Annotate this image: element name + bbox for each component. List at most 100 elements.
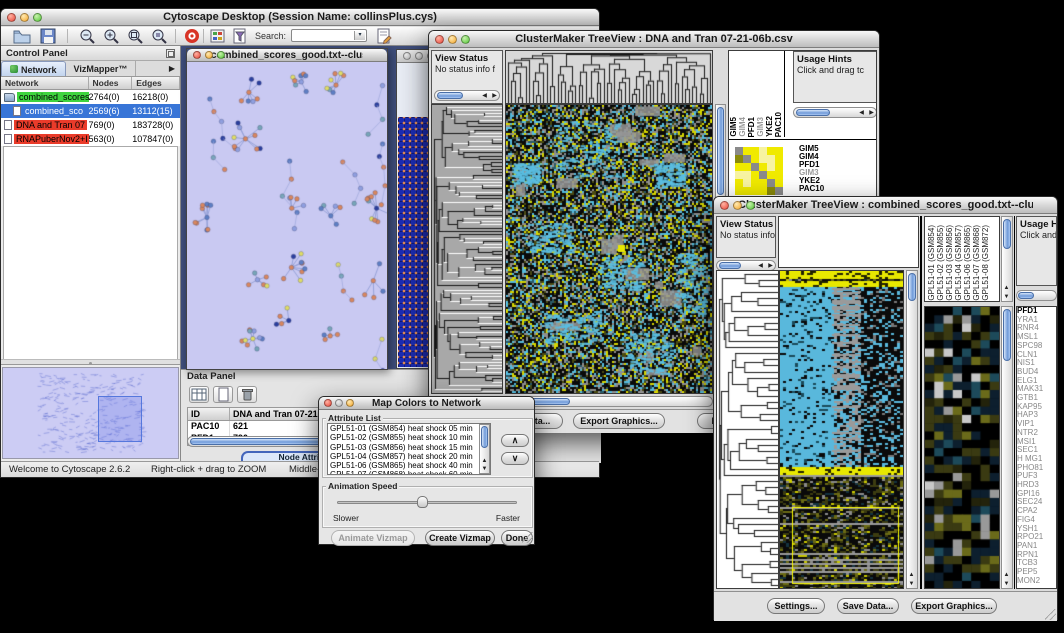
matrix-cell[interactable] [751,171,759,179]
scrollbar-thumb[interactable] [908,273,916,301]
minimize-button[interactable] [733,201,742,210]
matrix-cell[interactable] [767,147,775,155]
tab-vizmapper[interactable]: VizMapper™ [66,61,137,76]
tv2-zoom-vscrollbar[interactable]: ▲ ▼ [1001,306,1013,589]
column-nodes[interactable]: Nodes [89,77,133,89]
export-graphics-button[interactable]: Export Graphics... [573,413,665,429]
matrix-cell[interactable] [775,147,783,155]
scroll-down-icon[interactable]: ▼ [480,465,489,473]
minimize-button[interactable] [448,35,457,44]
window-controls[interactable] [7,13,42,22]
column-label[interactable]: GPL51-04 (GSM857) [954,225,963,301]
matrix-cell[interactable] [743,163,751,171]
settings-button[interactable]: Settings... [767,598,825,614]
zoom-selected-icon[interactable] [151,28,169,44]
tv1-status-hscrollbar[interactable]: ◀ ▶ [434,90,500,101]
new-attribute-icon[interactable] [213,386,233,403]
cytopanel-grid-icon[interactable] [209,28,227,44]
close-button[interactable] [403,52,411,60]
scrollbar-thumb[interactable] [1003,309,1011,361]
tv2-labels-vscrollbar[interactable]: ▲ ▼ [1001,216,1013,302]
slider-thumb[interactable] [417,496,428,508]
scroll-right-icon[interactable]: ▶ [490,92,499,100]
column-label[interactable]: YKE2 [765,116,774,137]
close-button[interactable] [7,13,16,22]
close-button[interactable] [324,399,332,407]
birdseye-canvas[interactable] [3,368,179,458]
close-button[interactable] [435,35,444,44]
minimize-button[interactable] [20,13,29,22]
tv1-heatmap[interactable] [505,104,713,394]
network-graph-canvas[interactable] [187,62,387,369]
column-label[interactable]: GIM3 [756,117,765,137]
matrix-cell[interactable] [759,179,767,187]
scroll-down-icon[interactable]: ▼ [907,580,916,588]
matrix-cell[interactable] [775,187,783,195]
matrix-cell[interactable] [743,155,751,163]
scrollbar-thumb[interactable] [719,262,741,269]
matrix-cell[interactable] [751,179,759,187]
resize-grip[interactable] [1045,609,1056,620]
zoom-button[interactable] [746,201,755,210]
tv1-row-dendrogram[interactable] [431,104,503,394]
birdseye-view[interactable] [2,367,179,459]
network-row-dna-tran[interactable]: DNA and Tran 07 769(0) 183728(0) [1,118,180,132]
scroll-down-icon[interactable]: ▼ [1002,580,1011,588]
filter-page-icon[interactable] [231,28,249,44]
resize-grip[interactable] [522,532,533,543]
tab-overflow-arrow-icon[interactable]: ▶ [169,61,180,76]
float-panel-icon[interactable] [166,49,175,58]
scrollbar-thumb[interactable] [1018,292,1034,299]
matrix-cell[interactable] [735,179,743,187]
column-label[interactable]: GPL51-07 (GSM868) [972,225,981,301]
attribute-item[interactable]: GPL51-06 (GSM865) heat shock 40 min [328,461,490,470]
matrix-cell[interactable] [767,187,775,195]
matrix-cell[interactable] [751,163,759,171]
matrix-cell[interactable] [759,147,767,155]
tv2-usage-hscrollbar[interactable] [1016,290,1057,301]
network-list-empty-area[interactable] [3,146,178,361]
column-label[interactable]: GPL51-01 (GSM854) [927,225,936,301]
scrollbar-thumb[interactable] [481,426,488,448]
zoom-out-icon[interactable] [79,28,97,44]
tv1-correlation-matrix[interactable] [735,147,783,195]
scroll-up-icon[interactable]: ▲ [907,571,916,579]
attribute-item[interactable]: GPL51-02 (GSM855) heat shock 10 min [328,433,490,442]
gene-label[interactable]: MON2 [1017,577,1056,586]
matrix-cell[interactable] [735,171,743,179]
matrix-cell[interactable] [759,187,767,195]
scroll-right-icon[interactable]: ▶ [766,262,775,270]
scrollbar-thumb[interactable] [717,107,724,195]
save-icon[interactable] [39,28,57,44]
column-label[interactable]: GIM4 [738,117,747,137]
matrix-cell[interactable] [775,163,783,171]
column-label[interactable]: PFD1 [747,117,756,137]
network-row-combined-sco-selected[interactable]: combined_sco 2569(6) 13112(15) [1,104,180,118]
zoom-in-icon[interactable] [103,28,121,44]
attribute-item[interactable]: GPL51-03 (GSM856) heat shock 15 min [328,443,490,452]
matrix-cell[interactable] [775,179,783,187]
matrix-cell[interactable] [767,163,775,171]
create-vizmap-button[interactable]: Create Vizmap [425,530,495,546]
matrix-cell[interactable] [735,155,743,163]
matrix-cell[interactable] [751,147,759,155]
save-data-button[interactable]: Save Data... [837,598,899,614]
zoom-button[interactable] [217,51,225,59]
matrix-cell[interactable] [759,163,767,171]
matrix-cell[interactable] [759,155,767,163]
column-label[interactable]: GIM5 [729,117,738,137]
matrix-cell[interactable] [767,179,775,187]
zoom-button[interactable] [461,35,470,44]
scrollbar-thumb[interactable] [796,109,830,116]
scroll-left-icon[interactable]: ◀ [857,109,866,117]
scroll-left-icon[interactable]: ◀ [480,92,489,100]
matrix-cell[interactable] [735,163,743,171]
zoom-button[interactable] [33,13,42,22]
move-up-button[interactable]: ∧ [501,434,529,447]
matrix-cell[interactable] [735,187,743,195]
attribute-item[interactable]: GPL51-07 (GSM868) heat shock 60 min [328,470,490,475]
treeview1-titlebar[interactable]: ClusterMaker TreeView : DNA and Tran 07-… [429,31,879,48]
tv2-row-dendrogram[interactable] [716,270,779,589]
column-label[interactable]: GPL51-06 (GSM865) [963,225,972,301]
search-input[interactable]: ▾ [291,29,367,42]
